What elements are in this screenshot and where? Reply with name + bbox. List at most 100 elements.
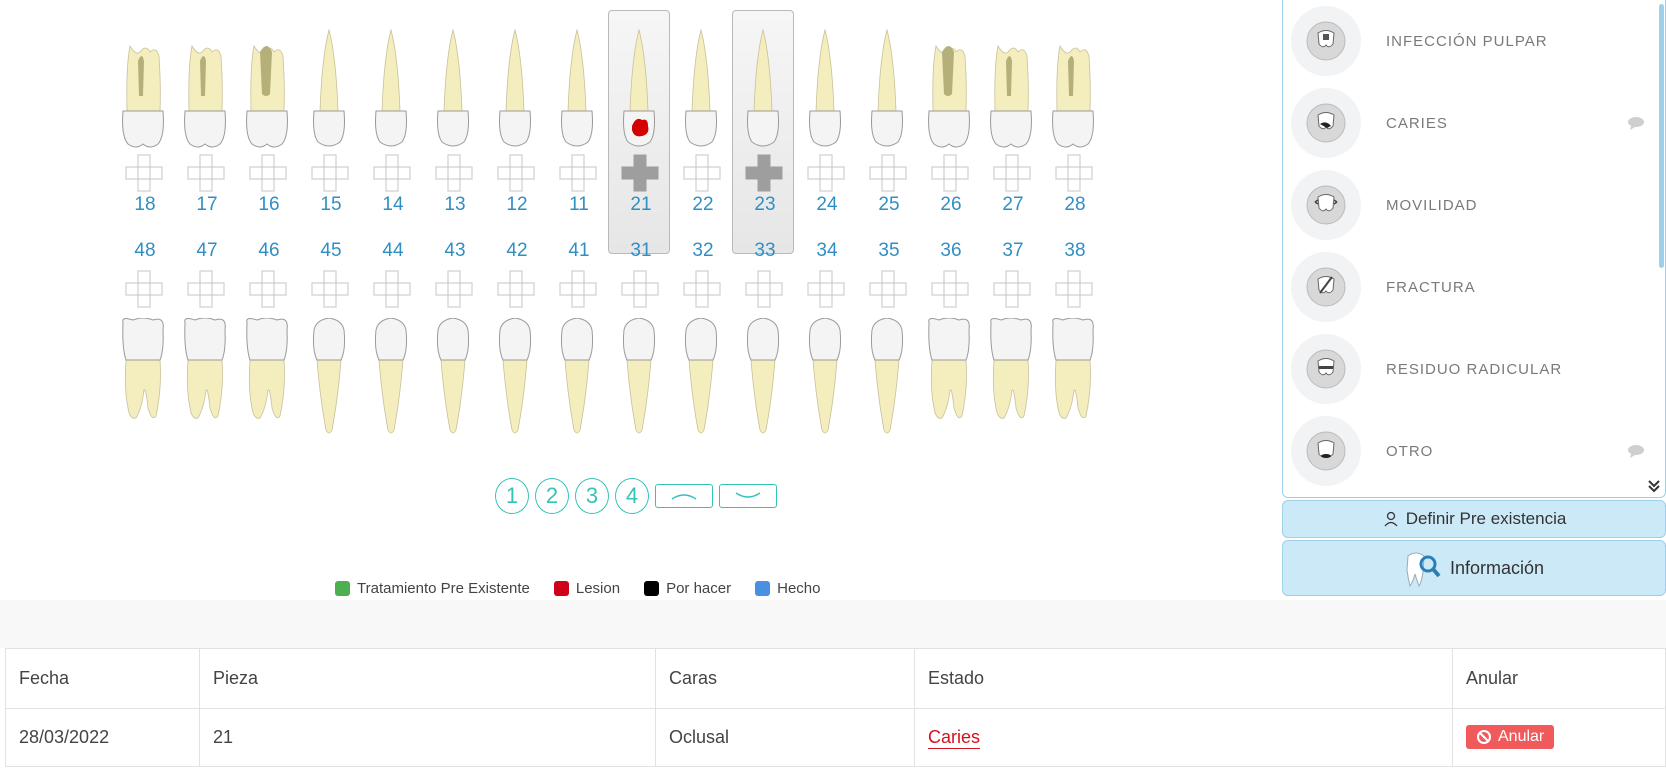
- tooth-image[interactable]: [552, 16, 602, 156]
- tooth-faces-selector[interactable]: [187, 154, 225, 192]
- tooth-image[interactable]: [738, 317, 788, 458]
- tooth-faces-selector[interactable]: [435, 270, 473, 308]
- panel-item-root-residue[interactable]: RESIDUO RADICULAR: [1283, 328, 1653, 410]
- tooth-image[interactable]: [614, 16, 664, 156]
- panel-item-caries[interactable]: CARIES: [1283, 82, 1653, 164]
- comment-icon[interactable]: [1627, 116, 1645, 130]
- tooth-image[interactable]: [242, 317, 292, 458]
- tooth-image[interactable]: [180, 317, 230, 458]
- tooth-image[interactable]: [242, 16, 292, 156]
- tooth-image[interactable]: [490, 16, 540, 156]
- scrollbar-thumb[interactable]: [1659, 4, 1664, 268]
- tooth-image[interactable]: [304, 317, 354, 458]
- tooth-faces-selector[interactable]: [1055, 154, 1093, 192]
- tooth-image[interactable]: [366, 317, 416, 458]
- panel-item-fracture[interactable]: FRACTURA: [1283, 246, 1653, 328]
- tooth-faces-selector[interactable]: [311, 154, 349, 192]
- tooth-image[interactable]: [1048, 317, 1098, 458]
- quadrant-1-button[interactable]: 1: [495, 478, 529, 514]
- tooth-35[interactable]: 35: [860, 240, 918, 500]
- tooth-faces-selector[interactable]: [993, 270, 1031, 308]
- lower-arch-button[interactable]: [719, 484, 777, 508]
- tooth-image[interactable]: [986, 317, 1036, 458]
- tooth-image[interactable]: [118, 317, 168, 458]
- tooth-38[interactable]: 38: [1046, 240, 1104, 500]
- tooth-13[interactable]: 13: [426, 8, 484, 258]
- tooth-faces-selector[interactable]: [497, 154, 535, 192]
- tooth-image[interactable]: [862, 16, 912, 156]
- tooth-faces-selector[interactable]: [249, 270, 287, 308]
- tooth-faces-selector[interactable]: [311, 270, 349, 308]
- tooth-image[interactable]: [490, 317, 540, 458]
- tooth-faces-selector[interactable]: [187, 270, 225, 308]
- tooth-42[interactable]: 42: [488, 240, 546, 500]
- tooth-image[interactable]: [738, 16, 788, 156]
- tooth-22[interactable]: 22: [674, 8, 732, 258]
- tooth-26[interactable]: 26: [922, 8, 980, 258]
- tooth-45[interactable]: 45: [302, 240, 360, 500]
- tooth-faces-selector[interactable]: [1055, 270, 1093, 308]
- tooth-image[interactable]: [924, 317, 974, 458]
- tooth-image[interactable]: [800, 317, 850, 458]
- tooth-image[interactable]: [924, 16, 974, 156]
- tooth-21[interactable]: 21: [608, 8, 670, 258]
- tooth-faces-selector[interactable]: [497, 270, 535, 308]
- panel-item-mobility[interactable]: MOVILIDAD: [1283, 164, 1653, 246]
- tooth-faces-selector[interactable]: [931, 154, 969, 192]
- double-chevron-down-icon[interactable]: [1646, 478, 1662, 494]
- tooth-image[interactable]: [986, 16, 1036, 156]
- tooth-17[interactable]: 17: [178, 8, 236, 258]
- tooth-faces-selector[interactable]: [745, 154, 783, 192]
- tooth-31[interactable]: 31: [612, 240, 670, 500]
- tooth-faces-selector[interactable]: [621, 270, 659, 308]
- tooth-faces-selector[interactable]: [125, 270, 163, 308]
- define-preexisting-button[interactable]: Definir Pre existencia: [1282, 500, 1666, 538]
- tooth-faces-selector[interactable]: [249, 154, 287, 192]
- tooth-46[interactable]: 46: [240, 240, 298, 500]
- tooth-faces-selector[interactable]: [993, 154, 1031, 192]
- upper-arch-button[interactable]: [655, 484, 713, 508]
- tooth-image[interactable]: [1048, 16, 1098, 156]
- tooth-37[interactable]: 37: [984, 240, 1042, 500]
- tooth-image[interactable]: [180, 16, 230, 156]
- tooth-image[interactable]: [676, 317, 726, 458]
- tooth-faces-selector[interactable]: [807, 270, 845, 308]
- tooth-image[interactable]: [676, 16, 726, 156]
- tooth-image[interactable]: [614, 317, 664, 458]
- tooth-faces-selector[interactable]: [931, 270, 969, 308]
- tooth-faces-selector[interactable]: [869, 270, 907, 308]
- tooth-15[interactable]: 15: [302, 8, 360, 258]
- tooth-image[interactable]: [304, 16, 354, 156]
- tooth-23[interactable]: 23: [732, 8, 794, 258]
- comment-icon[interactable]: [1627, 444, 1645, 458]
- tooth-47[interactable]: 47: [178, 240, 236, 500]
- tooth-14[interactable]: 14: [364, 8, 422, 258]
- tooth-18[interactable]: 18: [116, 8, 174, 258]
- tooth-faces-selector[interactable]: [435, 154, 473, 192]
- panel-item-pulp-infection[interactable]: INFECCIÓN PULPAR: [1283, 0, 1653, 82]
- tooth-36[interactable]: 36: [922, 240, 980, 500]
- quadrant-3-button[interactable]: 3: [575, 478, 609, 514]
- tooth-faces-selector[interactable]: [621, 154, 659, 192]
- tooth-image[interactable]: [800, 16, 850, 156]
- tooth-28[interactable]: 28: [1046, 8, 1104, 258]
- tooth-faces-selector[interactable]: [373, 154, 411, 192]
- tooth-faces-selector[interactable]: [683, 154, 721, 192]
- tooth-image[interactable]: [428, 317, 478, 458]
- information-button[interactable]: Información: [1282, 540, 1666, 596]
- tooth-41[interactable]: 41: [550, 240, 608, 500]
- tooth-48[interactable]: 48: [116, 240, 174, 500]
- quadrant-4-button[interactable]: 4: [615, 478, 649, 514]
- tooth-image[interactable]: [862, 317, 912, 458]
- tooth-faces-selector[interactable]: [373, 270, 411, 308]
- anular-button[interactable]: Anular: [1466, 725, 1555, 749]
- tooth-16[interactable]: 16: [240, 8, 298, 258]
- tooth-11[interactable]: 11: [550, 8, 608, 258]
- tooth-faces-selector[interactable]: [559, 270, 597, 308]
- panel-item-other[interactable]: OTRO: [1283, 410, 1653, 492]
- tooth-image[interactable]: [118, 16, 168, 156]
- quadrant-2-button[interactable]: 2: [535, 478, 569, 514]
- tooth-faces-selector[interactable]: [125, 154, 163, 192]
- estado-link[interactable]: Caries: [928, 727, 980, 747]
- tooth-faces-selector[interactable]: [559, 154, 597, 192]
